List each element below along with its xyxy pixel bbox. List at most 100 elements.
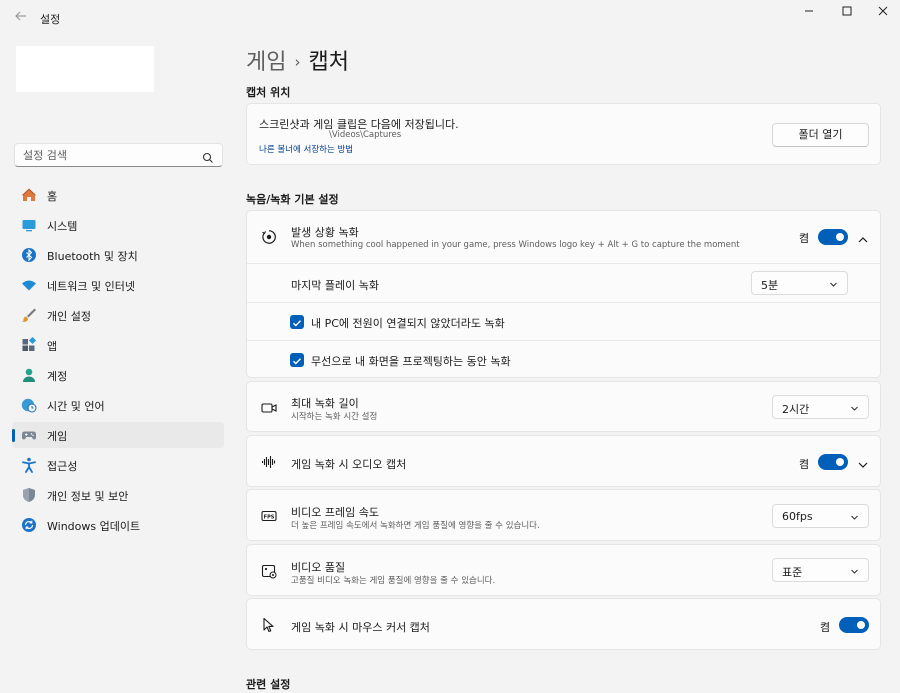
sidebar-item-label: 홈 [47,190,58,203]
background-recording-toggle[interactable] [818,229,848,245]
chevron-down-icon [829,279,838,288]
search-icon[interactable] [202,149,214,163]
video-quality-value: 표준 [782,566,803,579]
app-title: 설정 [40,13,61,26]
video-camera-icon [261,400,277,416]
search-box[interactable] [14,143,223,167]
section-title-related: 관련 설정 [246,678,291,691]
sidebar-item-home[interactable]: 홈 [12,182,224,208]
capture-location-path: \Videos\Captures [329,130,402,140]
max-length-value: 2시간 [782,403,810,416]
page-title: 캡처 [308,50,349,75]
open-folder-button[interactable]: 폴더 열기 [772,123,869,147]
sidebar-item-privacy[interactable]: 개인 정보 및 보안 [12,482,224,508]
gamepad-icon [21,427,37,443]
shield-icon [21,487,37,503]
last-play-dropdown[interactable]: 5분 [751,271,848,295]
last-play-row: 마지막 플레이 녹화 5분 [247,263,880,302]
mouse-cursor-toggle-label: 켬 [820,621,831,634]
profile-card[interactable] [16,46,154,92]
mouse-cursor-toggle[interactable] [839,617,869,633]
sidebar-item-label: 앱 [47,340,58,353]
bluetooth-icon [21,247,37,263]
max-length-card: 최대 녹화 길이 시작하는 녹화 시간 설정 2시간 [246,381,881,432]
close-button[interactable] [873,4,893,22]
sidebar-item-label: 시스템 [47,220,78,233]
system-icon [21,217,37,233]
max-length-title: 최대 녹화 길이 [291,397,359,410]
background-recording-description: When something cool happened in your gam… [291,240,740,250]
frame-rate-value: 60fps [782,510,813,523]
chevron-up-icon[interactable] [857,231,869,243]
sidebar-item-label: 게임 [47,430,68,443]
record-icon [261,229,277,245]
breadcrumb: 게임 › 캡처 [246,44,349,76]
sidebar-item-network[interactable]: 네트워크 및 인터넷 [12,272,224,298]
video-quality-card: 비디오 품질 고품질 비디오 녹화는 게임 품질에 영향을 줄 수 있습니다. … [246,544,881,596]
sidebar-item-personalization[interactable]: 개인 설정 [12,302,224,328]
mouse-pointer-icon [261,617,277,633]
sidebar-item-time-language[interactable]: 시간 및 언어 [12,392,224,418]
video-quality-dropdown[interactable]: 표준 [772,558,869,582]
audio-capture-toggle[interactable] [818,454,848,470]
mouse-cursor-card: 게임 녹화 시 마우스 커서 캡처 켬 [246,598,881,650]
wireless-checkbox[interactable] [290,353,304,367]
maximize-button[interactable] [837,4,857,22]
background-recording-title: 발생 상황 녹화 [291,226,359,239]
wifi-icon [21,277,37,293]
breadcrumb-separator: › [294,53,301,71]
search-input[interactable] [23,147,193,163]
sidebar-item-label: 네트워크 및 인터넷 [47,280,135,293]
last-play-value: 5분 [761,279,779,292]
sidebar-item-apps[interactable]: 앱 [12,332,224,358]
max-length-dropdown[interactable]: 2시간 [772,395,869,419]
background-recording-card: 발생 상황 녹화 When something cool happened in… [246,210,881,378]
clock-globe-icon [21,397,37,413]
background-recording-row[interactable]: 발생 상황 녹화 When something cool happened in… [247,211,880,263]
sidebar-item-label: 접근성 [47,460,78,473]
back-arrow-icon[interactable] [12,9,30,27]
audio-capture-card[interactable]: 게임 녹화 시 오디오 캡처 켬 [246,435,881,487]
video-quality-description: 고품질 비디오 녹화는 게임 품질에 영향을 줄 수 있습니다. [291,576,496,586]
main-content: 게임 › 캡처 캡처 위치 스크린샷과 게임 클립은 다음에 저장됩니다. \Vid… [246,36,882,693]
sidebar-item-windows-update[interactable]: Windows 업데이트 [12,512,224,538]
sidebar-item-gaming[interactable]: 게임 [12,422,224,448]
frame-rate-description: 더 높은 프레임 속도에서 녹화하면 게임 품질에 영향을 줄 수 있습니다. [291,521,540,531]
breadcrumb-parent[interactable]: 게임 [246,50,286,75]
chevron-down-icon [850,512,859,521]
frame-rate-dropdown[interactable]: 60fps [772,504,869,528]
capture-location-card: 스크린샷과 게임 클립은 다음에 저장됩니다. \Videos\Captures… [246,103,881,165]
power-checkbox-row: 내 PC에 전원이 연결되지 않았더라도 녹화 [247,302,880,340]
frame-rate-card: FPS 비디오 프레임 속도 더 높은 프레임 속도에서 녹화하면 게임 품질에… [246,489,881,541]
sidebar-item-label: 개인 정보 및 보안 [47,490,129,503]
sidebar-item-accessibility[interactable]: 접근성 [12,452,224,478]
sidebar-item-accounts[interactable]: 계정 [12,362,224,388]
video-quality-icon [261,563,277,579]
sidebar-item-system[interactable]: 시스템 [12,212,224,238]
brush-icon [21,307,37,323]
sidebar-item-label: Bluetooth 및 장치 [47,250,138,263]
power-checkbox[interactable] [290,315,304,329]
section-title-capture-location: 캡처 위치 [246,86,291,99]
mouse-cursor-title: 게임 녹화 시 마우스 커서 캡처 [291,621,430,634]
wireless-checkbox-label: 무선으로 내 화면을 프로젝팅하는 동안 녹화 [311,355,511,368]
chevron-down-icon[interactable] [857,456,869,468]
accessibility-icon [21,457,37,473]
svg-text:FPS: FPS [264,514,275,520]
sidebar: 홈 시스템 Bluetooth 및 장치 네트워크 및 인터넷 개인 설정 [0,36,232,693]
audio-capture-title: 게임 녹화 시 오디오 캡처 [291,458,407,471]
audio-capture-toggle-label: 켬 [799,458,810,471]
minimize-button[interactable] [799,4,819,22]
sidebar-item-label: 계정 [47,370,68,383]
chevron-down-icon [850,566,859,575]
video-quality-title: 비디오 품질 [291,561,346,574]
sidebar-item-bluetooth[interactable]: Bluetooth 및 장치 [12,242,224,268]
account-icon [21,367,37,383]
chevron-down-icon [850,403,859,412]
sidebar-item-label: Windows 업데이트 [47,520,141,533]
apps-icon [21,336,37,353]
update-icon [21,517,37,533]
save-elsewhere-link[interactable]: 나른 볼너에 서장하는 방법 [259,143,353,155]
sidebar-item-label: 시간 및 언어 [47,400,105,413]
home-icon [21,187,37,203]
